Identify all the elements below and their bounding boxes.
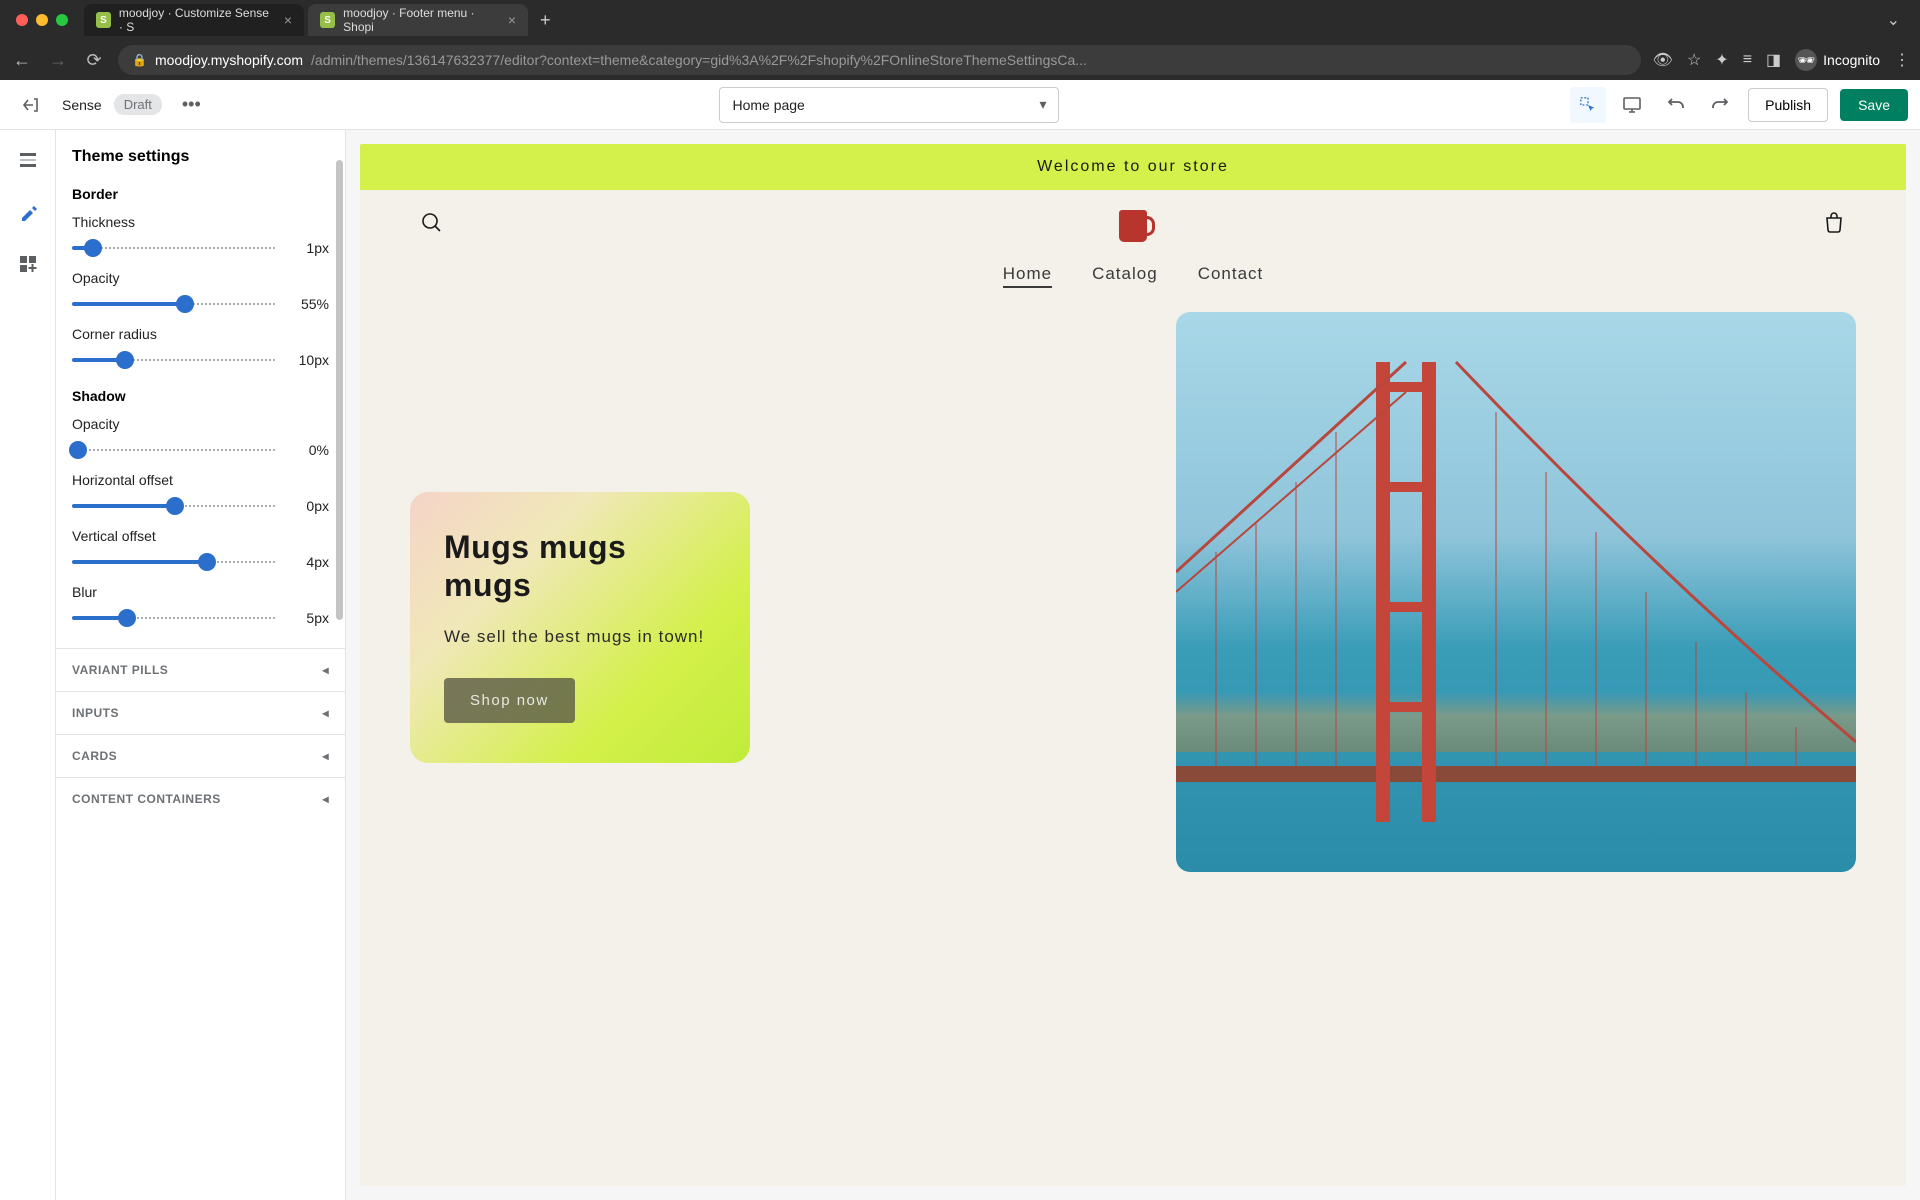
lock-icon: 🔒 bbox=[132, 53, 147, 67]
shop-now-button[interactable]: Shop now bbox=[444, 678, 575, 723]
tab-title: moodjoy · Customize Sense · S bbox=[119, 6, 276, 34]
address-bar[interactable]: 🔒 moodjoy.myshopify.com/admin/themes/136… bbox=[118, 45, 1641, 75]
caret-down-icon: ▾ bbox=[1039, 96, 1046, 113]
redo-icon bbox=[1710, 95, 1730, 115]
reload-button[interactable]: ⟳ bbox=[82, 50, 106, 71]
shadow-opacity-label: Opacity bbox=[72, 416, 329, 432]
publish-button[interactable]: Publish bbox=[1748, 88, 1828, 122]
blur-value: 5px bbox=[287, 610, 329, 626]
shadow-opacity-slider[interactable] bbox=[72, 440, 277, 460]
tab-title: moodjoy · Footer menu · Shopi bbox=[343, 6, 500, 34]
thickness-value: 1px bbox=[287, 240, 329, 256]
collapse-icon: ◂ bbox=[322, 706, 329, 720]
window-maximize[interactable] bbox=[56, 14, 68, 26]
browser-tab-2[interactable]: S moodjoy · Footer menu · Shopi × bbox=[308, 4, 528, 36]
thickness-label: Thickness bbox=[72, 214, 329, 230]
theme-name: Sense bbox=[62, 97, 102, 113]
side-panel-icon[interactable]: ◨ bbox=[1766, 50, 1781, 70]
page-selector-label: Home page bbox=[732, 97, 804, 113]
shopify-favicon: S bbox=[96, 12, 111, 28]
radius-label: Corner radius bbox=[72, 326, 329, 342]
announcement-bar[interactable]: Welcome to our store bbox=[360, 144, 1906, 190]
page-selector[interactable]: Home page ▾ bbox=[719, 87, 1059, 123]
url-path: /admin/themes/136147632377/editor?contex… bbox=[311, 52, 1087, 68]
store-nav: Home Catalog Contact bbox=[360, 254, 1906, 312]
close-tab-icon[interactable]: × bbox=[508, 12, 516, 28]
hero-title: Mugs mugs mugs bbox=[444, 528, 716, 605]
collapse-icon: ◂ bbox=[322, 663, 329, 677]
opacity-value: 55% bbox=[287, 296, 329, 312]
opacity-slider[interactable] bbox=[72, 294, 277, 314]
border-section-heading: Border bbox=[72, 186, 329, 202]
hoffset-value: 0px bbox=[287, 498, 329, 514]
hero-image bbox=[1176, 312, 1856, 872]
sections-nav-icon[interactable] bbox=[12, 144, 44, 176]
shadow-section-heading: Shadow bbox=[72, 388, 329, 404]
hero-text-card: Mugs mugs mugs We sell the best mugs in … bbox=[410, 492, 750, 763]
inspector-icon bbox=[1579, 96, 1597, 114]
opacity-label: Opacity bbox=[72, 270, 329, 286]
undo-icon bbox=[1666, 95, 1686, 115]
window-close[interactable] bbox=[16, 14, 28, 26]
cart-icon[interactable] bbox=[1822, 211, 1846, 241]
blur-slider[interactable] bbox=[72, 608, 277, 628]
scrollbar[interactable] bbox=[336, 160, 343, 620]
inspector-button[interactable] bbox=[1570, 87, 1606, 123]
hoffset-label: Horizontal offset bbox=[72, 472, 329, 488]
save-button[interactable]: Save bbox=[1840, 89, 1908, 121]
voffset-label: Vertical offset bbox=[72, 528, 329, 544]
undo-button[interactable] bbox=[1660, 89, 1692, 121]
incognito-icon: 🕶 bbox=[1795, 49, 1817, 71]
star-icon[interactable]: ☆ bbox=[1687, 50, 1701, 70]
shopify-favicon: S bbox=[320, 12, 335, 28]
eye-off-icon[interactable]: 👁 bbox=[1653, 50, 1673, 70]
radius-value: 10px bbox=[287, 352, 329, 368]
more-actions-button[interactable]: ••• bbox=[174, 94, 209, 115]
shadow-opacity-value: 0% bbox=[287, 442, 329, 458]
nav-home[interactable]: Home bbox=[1003, 264, 1052, 288]
browser-tab-1[interactable]: S moodjoy · Customize Sense · S × bbox=[84, 4, 304, 36]
blur-label: Blur bbox=[72, 584, 329, 600]
new-tab-button[interactable]: + bbox=[532, 10, 559, 31]
apps-nav-icon[interactable] bbox=[12, 248, 44, 280]
content-containers-section[interactable]: CONTENT CONTAINERS◂ bbox=[56, 777, 345, 820]
exit-icon bbox=[20, 95, 40, 115]
theme-settings-nav-icon[interactable] bbox=[12, 196, 44, 228]
url-host: moodjoy.myshopify.com bbox=[155, 52, 303, 68]
store-logo[interactable] bbox=[1103, 204, 1163, 248]
hoffset-slider[interactable] bbox=[72, 496, 277, 516]
reading-list-icon[interactable]: ≡ bbox=[1743, 51, 1752, 69]
exit-editor-button[interactable] bbox=[12, 87, 48, 123]
collapse-icon: ◂ bbox=[322, 749, 329, 763]
variant-pills-section[interactable]: VARIANT PILLS◂ bbox=[56, 648, 345, 691]
extensions-icon[interactable]: ✦ bbox=[1715, 50, 1728, 70]
incognito-badge[interactable]: 🕶 Incognito bbox=[1795, 49, 1880, 71]
theme-settings-panel: Theme settings Border Thickness 1px Opac… bbox=[56, 130, 346, 1200]
draft-badge: Draft bbox=[114, 94, 162, 115]
hero-subtitle: We sell the best mugs in town! bbox=[444, 623, 716, 650]
inputs-section[interactable]: INPUTS◂ bbox=[56, 691, 345, 734]
voffset-value: 4px bbox=[287, 554, 329, 570]
device-preview-button[interactable] bbox=[1616, 89, 1648, 121]
browser-menu-icon[interactable]: ⋮ bbox=[1894, 50, 1910, 70]
settings-title: Theme settings bbox=[72, 148, 329, 166]
voffset-slider[interactable] bbox=[72, 552, 277, 572]
tabs-overflow-icon[interactable]: ⌄ bbox=[1875, 10, 1912, 30]
window-minimize[interactable] bbox=[36, 14, 48, 26]
collapse-icon: ◂ bbox=[322, 792, 329, 806]
preview-canvas: Welcome to our store Home Catalog Contac… bbox=[346, 130, 1920, 1200]
close-tab-icon[interactable]: × bbox=[284, 12, 292, 28]
redo-button[interactable] bbox=[1704, 89, 1736, 121]
back-button[interactable]: ← bbox=[10, 50, 34, 71]
nav-catalog[interactable]: Catalog bbox=[1092, 264, 1158, 288]
search-icon[interactable] bbox=[420, 211, 444, 241]
forward-button[interactable]: → bbox=[46, 50, 70, 71]
radius-slider[interactable] bbox=[72, 350, 277, 370]
nav-contact[interactable]: Contact bbox=[1198, 264, 1264, 288]
desktop-icon bbox=[1622, 96, 1642, 114]
thickness-slider[interactable] bbox=[72, 238, 277, 258]
cards-section[interactable]: CARDS◂ bbox=[56, 734, 345, 777]
